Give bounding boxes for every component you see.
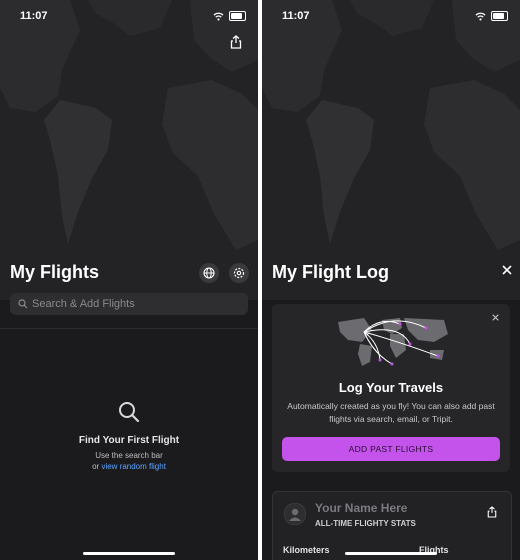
battery-icon (491, 11, 508, 21)
wifi-icon (213, 12, 224, 21)
all-time-stats-card: Your Name Here ALL-TIME FLIGHTY STATS Ki… (272, 491, 512, 560)
avatar-icon (289, 508, 301, 521)
flight-log-screen: 11:07 My Flight Log Log Your Travels Aut… (262, 0, 520, 560)
status-bar: 11:07 (262, 10, 520, 24)
divider (0, 328, 258, 329)
wifi-icon (475, 12, 486, 21)
page-title: My Flights (10, 262, 99, 282)
log-travels-card: Log Your Travels Automatically created a… (272, 304, 510, 472)
stat-label-kilometers: Kilometers (283, 545, 330, 555)
close-icon[interactable] (502, 265, 512, 275)
avatar[interactable] (284, 503, 306, 525)
share-icon[interactable] (230, 35, 242, 49)
card-description: Automatically created as you fly! You ca… (287, 401, 495, 424)
status-bar: 11:07 (0, 10, 258, 24)
settings-button[interactable] (229, 263, 249, 283)
empty-state-or: or (92, 462, 100, 471)
battery-icon (229, 11, 246, 21)
search-icon (18, 299, 28, 309)
search-icon (119, 402, 140, 423)
home-indicator[interactable] (345, 552, 437, 555)
globe-button[interactable] (199, 263, 219, 283)
view-random-flight-link[interactable]: view random flight (101, 462, 165, 471)
empty-state-hint: Use the search bar (95, 451, 163, 460)
profile-name[interactable]: Your Name Here (315, 501, 407, 515)
empty-state-title: Find Your First Flight (78, 435, 180, 446)
flight-map-illustration (338, 318, 448, 366)
empty-state: Find Your First Flight Use the search ba… (0, 400, 258, 472)
my-flights-screen: 11:07 My Flights Search & Add Flights Fi… (0, 0, 258, 560)
globe-icon (203, 267, 215, 279)
world-map-background[interactable] (262, 0, 520, 300)
search-input[interactable]: Search & Add Flights (10, 293, 248, 315)
close-icon[interactable] (492, 314, 499, 321)
status-time: 11:07 (20, 10, 48, 22)
page-title: My Flight Log (272, 262, 389, 282)
stats-subtitle: ALL-TIME FLIGHTY STATS (315, 519, 416, 528)
search-placeholder: Search & Add Flights (32, 298, 135, 310)
home-indicator[interactable] (83, 552, 175, 555)
card-title: Log Your Travels (338, 380, 444, 395)
add-past-flights-button[interactable]: ADD PAST FLIGHTS (282, 437, 500, 461)
world-map-background[interactable] (0, 0, 258, 300)
status-time: 11:07 (282, 10, 310, 22)
gear-icon (233, 267, 245, 279)
share-icon[interactable] (487, 506, 497, 518)
